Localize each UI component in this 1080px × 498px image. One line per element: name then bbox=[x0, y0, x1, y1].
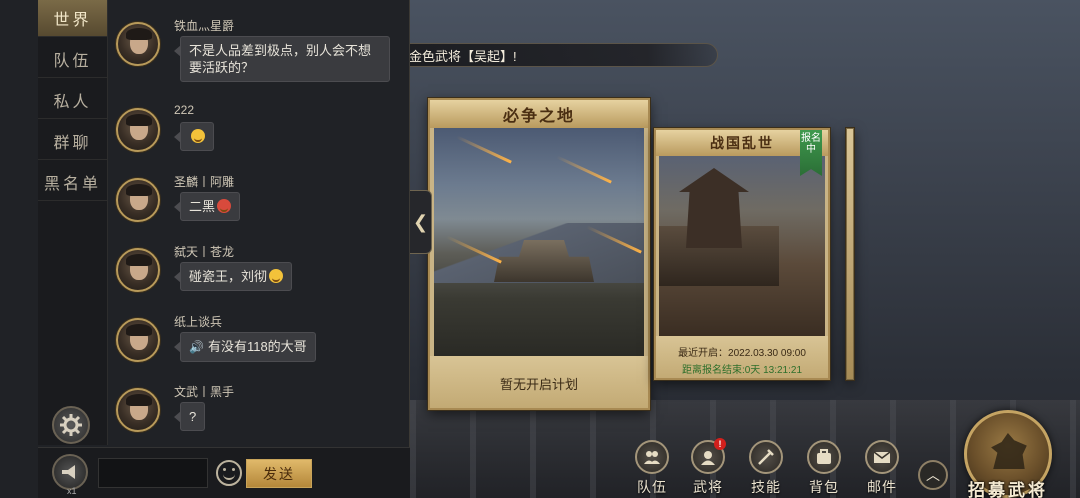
message-bubble bbox=[174, 122, 214, 151]
collapse-chat-handle[interactable]: ❮ bbox=[410, 190, 432, 254]
bag-icon bbox=[807, 440, 841, 474]
chevron-left-icon: ❮ bbox=[412, 211, 429, 232]
tab-private[interactable]: 私人 bbox=[38, 82, 107, 119]
message-list: 铁血灬星爵 不是人品差到极点，别人会不想要活跃的？ 222 圣麟丨阿雕 二黑 弑… bbox=[108, 0, 410, 445]
sender-name: 222 bbox=[174, 103, 195, 117]
notification-badge: ! bbox=[714, 438, 726, 450]
mail-icon bbox=[865, 440, 899, 474]
avatar[interactable] bbox=[116, 178, 160, 222]
sender-name: 圣麟丨阿雕 bbox=[174, 175, 235, 189]
voice-message-bubble[interactable]: 🔊 有没有118的大哥 bbox=[174, 332, 316, 362]
bottom-nav: 队伍 ! 武将 技能 背包 邮件 ︿ 招募武将 bbox=[588, 410, 1080, 498]
megaphone-icon bbox=[62, 465, 75, 479]
card-title-banner: 必争之地 bbox=[430, 100, 648, 128]
skill-icon bbox=[749, 440, 783, 474]
message-bubble: 碰瓷王，刘彻 bbox=[173, 262, 293, 291]
settings-button[interactable] bbox=[52, 406, 90, 444]
smile-emoji-icon bbox=[191, 129, 205, 143]
card-title: 战国乱世 bbox=[710, 136, 774, 152]
sender-name: 文武丨黑手 bbox=[174, 385, 235, 399]
message-bubble: 二黑 bbox=[173, 192, 241, 221]
team-icon bbox=[635, 440, 669, 474]
sender-name: 纸上谈兵 bbox=[174, 315, 223, 329]
chat-input[interactable] bbox=[98, 458, 208, 488]
card-title: 必争之地 bbox=[502, 106, 575, 125]
tab-world[interactable]: 世界 bbox=[38, 0, 107, 37]
horseman-icon bbox=[991, 433, 1027, 469]
avatar[interactable] bbox=[116, 108, 160, 152]
horn-button[interactable] bbox=[52, 454, 88, 490]
send-button[interactable]: 发送 bbox=[246, 459, 312, 488]
nav-team[interactable]: 队伍 bbox=[630, 440, 674, 497]
nav-skill[interactable]: 技能 bbox=[744, 440, 788, 497]
sender-name: 铁血灬星爵 bbox=[174, 19, 235, 33]
expand-menu-button[interactable]: ︿ bbox=[918, 460, 948, 490]
smile-emoji-icon bbox=[269, 269, 284, 283]
battle-artwork bbox=[434, 128, 644, 356]
red-face-emoji-icon bbox=[217, 199, 232, 213]
card-schedule: 最近开启：2022.03.30 09:00 距离报名结束:0天 13:21:21 bbox=[656, 336, 828, 378]
chat-panel: 世界 队伍 私人 群聊 黑名单 铁血灬星爵 不是人品差到极点，别人会不想要活跃的… bbox=[0, 0, 410, 498]
tab-blacklist[interactable]: 黑名单 bbox=[38, 164, 107, 201]
chat-input-bar: x1 发送 bbox=[38, 447, 410, 498]
card-zhanguo[interactable]: 战国乱世 报名中 最近开启：2022.03.30 09:00 距离报名结束:0天… bbox=[654, 128, 830, 380]
avatar[interactable] bbox=[116, 318, 160, 362]
card-next-peek[interactable] bbox=[846, 128, 854, 380]
announcement-bar: ▤ 金色武将【吴起】! bbox=[372, 43, 718, 67]
tab-group[interactable]: 群聊 bbox=[38, 123, 107, 160]
avatar[interactable] bbox=[116, 248, 160, 292]
sender-name: 弑天丨苍龙 bbox=[174, 245, 235, 259]
avatar[interactable] bbox=[116, 388, 160, 432]
nav-mail[interactable]: 邮件 bbox=[860, 440, 904, 497]
card-bizheng[interactable]: 必争之地 暂无开启计划 bbox=[428, 98, 650, 410]
chevron-up-icon: ︿ bbox=[926, 467, 940, 483]
chat-tabs: 世界 队伍 私人 群聊 黑名单 bbox=[38, 0, 108, 445]
message-bubble: ? bbox=[173, 402, 206, 431]
tab-team[interactable]: 队伍 bbox=[38, 41, 107, 78]
gear-icon bbox=[60, 414, 82, 436]
announcement-text: 金色武将【吴起】! bbox=[409, 48, 517, 64]
nav-general[interactable]: ! 武将 bbox=[686, 438, 730, 497]
horn-count: x1 bbox=[67, 486, 77, 496]
message-bubble: 不是人品差到极点，别人会不想要活跃的？ bbox=[174, 36, 390, 82]
card-status: 暂无开启计划 bbox=[430, 356, 648, 408]
nav-bag[interactable]: 背包 bbox=[802, 440, 846, 497]
next-open-time: 最近开启：2022.03.30 09:00 bbox=[678, 348, 806, 359]
recruit-label: 招募武将 bbox=[968, 481, 1048, 498]
emoji-icon[interactable] bbox=[216, 460, 242, 486]
avatar[interactable] bbox=[116, 22, 160, 66]
registration-countdown: 距离报名结束:0天 13:21:21 bbox=[681, 365, 803, 376]
siege-artwork bbox=[659, 156, 825, 336]
speaker-icon: 🔊 bbox=[189, 340, 204, 354]
